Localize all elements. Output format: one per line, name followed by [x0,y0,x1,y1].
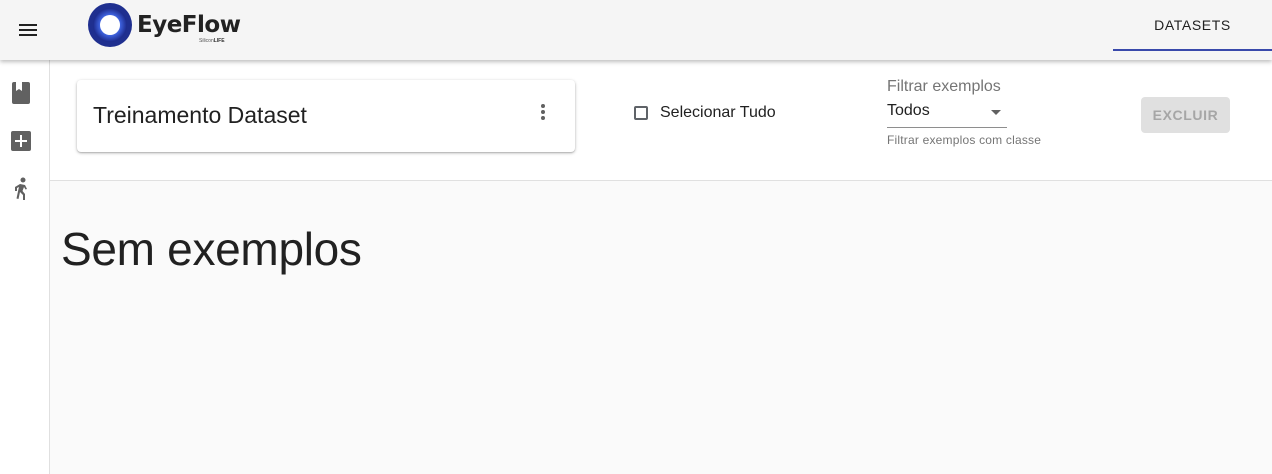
checkbox-box[interactable] [634,106,648,120]
more-vert-icon[interactable] [531,100,555,124]
run-icon[interactable] [9,177,33,201]
dataset-title: Treinamento Dataset [93,102,307,128]
filter-value: Todos [887,102,930,119]
select-all-checkbox[interactable]: Selecionar Tudo [634,104,776,122]
select-all-label: Selecionar Tudo [660,104,776,121]
add-box-icon[interactable] [9,129,33,153]
sidebar [0,60,50,474]
empty-state-message: Sem exemplos [61,223,362,275]
book-icon[interactable] [9,81,33,105]
filter-hint: Filtrar exemplos com classe [887,133,1042,147]
menu-icon[interactable] [10,12,46,48]
tab-datasets[interactable]: DATASETS [1113,0,1272,51]
app-bar: EyeFlow SiliconLIFE DATASETS [0,0,1272,60]
filter-examples: Filtrar exemplos Todos Filtrar exemplos … [887,78,1057,147]
brand-name: EyeFlow [137,12,241,38]
filter-select[interactable]: Todos [887,100,1007,128]
delete-button[interactable]: EXCLUIR [1141,97,1230,133]
dataset-toolbar: Treinamento Dataset Selecionar Tudo Filt… [50,60,1272,181]
dropdown-arrow-icon [991,110,1001,115]
filter-label: Filtrar exemplos [887,78,1001,95]
logo-eye-icon [88,3,132,47]
dataset-card: Treinamento Dataset [77,80,575,152]
brand-subtitle: SiliconLIFE [199,38,225,44]
eyeflow-logo[interactable]: EyeFlow SiliconLIFE [87,2,247,50]
